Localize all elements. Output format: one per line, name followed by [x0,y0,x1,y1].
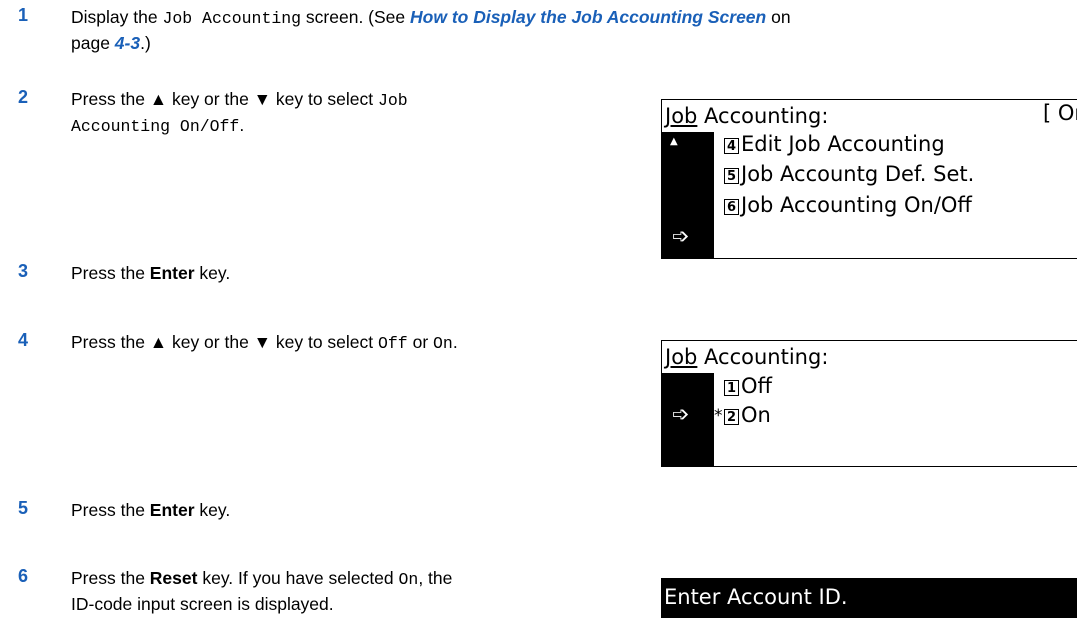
step-number: 6 [18,566,29,586]
step-text: Press the ▲ key or the ▼ key to select [71,89,378,109]
scroll-up-icon: ▲ [670,136,678,147]
selection-arrow-icon: ➩ [672,224,690,248]
step-number: 3 [18,261,29,281]
number-key-icon: 2 [724,409,739,425]
lcd-job-accounting-on-off: ➩ Job Accounting: 1 Off * 2 On [661,340,1077,467]
step-number: 1 [18,5,29,25]
lcd-menu-item: 6 Job Accounting On/Off [724,192,972,218]
number-key-icon: 4 [724,138,739,154]
number-key-icon: 5 [724,168,739,184]
selection-arrow-icon: ➩ [672,402,690,426]
lcd-title: Job Accounting: [665,345,829,369]
step-text: . [239,115,245,135]
ui-code: Off [378,334,408,353]
step-text: .) [140,33,151,53]
lcd-option: 1 Off [724,373,772,399]
number-key-icon: 1 [724,380,739,396]
lcd-job-accounting-menu: ▲ ➩ Job Accounting: [ On 4Edit Job Accou… [661,99,1077,259]
page-reference-link[interactable]: 4-3 [115,33,140,53]
ui-code: On [433,334,453,353]
key-name: Enter [149,263,195,283]
lcd-sidebar: ➩ [662,373,714,466]
step-text: page [71,33,115,53]
step-number: 2 [18,87,29,107]
lcd-sidebar: ▲ ➩ [662,132,714,258]
step-text: screen. (See [301,7,411,27]
ui-code: Job [378,91,408,110]
step-number: 5 [18,498,29,518]
ui-code: Accounting On/Off [71,117,240,136]
current-setting-marker: * [714,406,723,426]
lcd-option: 2 On [724,402,771,428]
lcd-title: Enter Account ID. [664,585,848,609]
cross-reference-link[interactable]: How to Display the Job Accounting Screen [410,7,766,27]
step-text: Display the [71,7,163,27]
ui-code: Job Accounting [162,9,302,28]
key-name: Enter [149,500,195,520]
step-text: on [766,7,791,27]
lcd-title: Job Accounting: [665,104,829,128]
lcd-menu-item: 5 Job Accountg Def. Set. [724,161,974,187]
lcd-state: [ On [1043,101,1077,125]
lcd-enter-account-id: Enter Account ID. [661,578,1077,618]
key-name: Reset [149,568,198,588]
ui-code: On [398,570,419,589]
lcd-menu-item: 4 Edit Job Accounting [724,131,945,157]
step-number: 4 [18,330,29,350]
number-key-icon: 6 [724,199,739,215]
